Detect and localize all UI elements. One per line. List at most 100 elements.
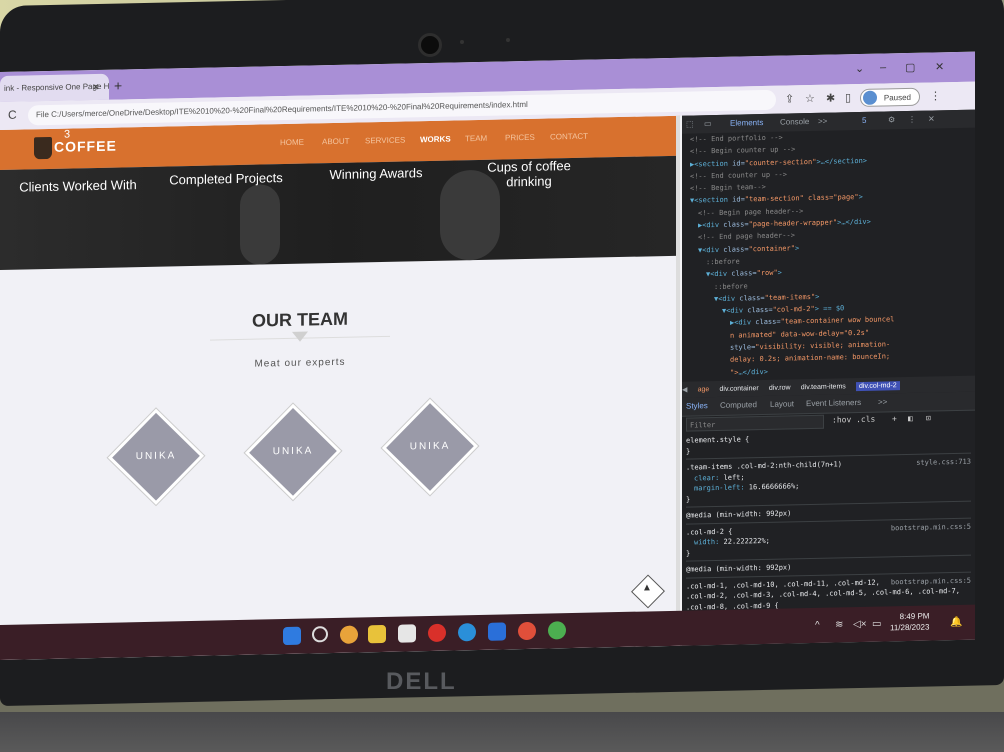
breadcrumb-item[interactable]: age — [698, 386, 710, 393]
extensions-icon[interactable]: ✱ — [826, 92, 835, 105]
tab-styles[interactable]: Styles — [686, 401, 708, 410]
file-explorer-icon[interactable] — [368, 624, 386, 644]
webcam — [418, 33, 442, 57]
dom-token: "counter-section" — [744, 157, 817, 167]
nav-prices[interactable]: PRICES — [505, 133, 535, 143]
chrome-profile-icon[interactable] — [548, 621, 566, 640]
side-panel-icon[interactable]: ▯ — [845, 91, 851, 104]
chrome-profile-icon[interactable] — [518, 621, 536, 641]
css-rule[interactable]: bootstrap.min.css:5 .col-md-2 {width: 22.… — [686, 521, 971, 562]
dell-logo: DELL — [386, 668, 457, 695]
settings-gear-icon[interactable]: ⚙ — [888, 115, 895, 124]
nav-services[interactable]: SERVICES — [365, 136, 405, 146]
css-selector: @media (min-width: 992px) — [686, 509, 792, 520]
css-selector: .col-md-2 { — [686, 527, 733, 537]
dom-token: class= — [735, 293, 765, 303]
breadcrumb-item[interactable]: div.container — [720, 385, 759, 393]
dom-token: ▶<section — [690, 159, 728, 169]
nav-contact[interactable]: CONTACT — [550, 132, 588, 142]
css-value: 16.6666666%; — [748, 482, 800, 492]
toggle-element-state-icon[interactable]: ◧ — [908, 414, 913, 423]
css-selector: @media (min-width: 992px) — [686, 563, 792, 574]
tab-search-icon[interactable]: ⌄ — [855, 62, 864, 75]
dom-comment: <!-- Begin page header--> — [698, 206, 804, 218]
devtools-menu-icon[interactable]: ⋮ — [908, 115, 916, 124]
new-tab-button[interactable]: + — [114, 77, 122, 93]
dom-token: "team-container wow bouncel — [780, 315, 895, 327]
bookmark-star-icon[interactable]: ☆ — [805, 92, 815, 105]
tray-chevron-icon[interactable]: ^ — [815, 620, 820, 631]
notification-bell-icon[interactable]: 🔔 — [950, 617, 962, 628]
divider-arrow-icon — [292, 331, 308, 342]
share-icon[interactable]: ⇪ — [785, 92, 794, 105]
dom-token: > — [777, 268, 782, 277]
page-scrollbar[interactable] — [676, 115, 680, 646]
add-rule-icon[interactable]: + — [892, 414, 897, 423]
breadcrumb-left-arrow-icon[interactable]: ◀ — [682, 387, 687, 394]
hero-bg-shape — [240, 184, 280, 265]
windows-start-icon[interactable] — [283, 626, 301, 646]
elements-tree[interactable]: <!-- End portfolio --> <!-- Begin counter… — [682, 128, 975, 382]
team-member-name: UNIKA — [409, 440, 451, 453]
dom-comment: <!-- End counter up --> — [690, 170, 787, 181]
styles-filter-input[interactable]: Filter — [686, 414, 824, 432]
battery-icon[interactable]: ▭ — [872, 619, 881, 630]
calendar-icon[interactable] — [398, 624, 416, 643]
breadcrumb-item-selected[interactable]: div.col-md-2 — [856, 381, 900, 392]
more-tabs-icon[interactable]: >> — [818, 117, 827, 126]
minimize-button[interactable]: – — [880, 61, 886, 73]
restore-button[interactable]: ▢ — [905, 61, 915, 74]
inspect-icon[interactable]: ⬚ — [686, 119, 694, 128]
dom-token: ▼<div — [714, 294, 736, 303]
tab-event-listeners[interactable]: Event Listeners — [806, 398, 861, 408]
css-source-link[interactable]: bootstrap.min.css:5 — [891, 521, 971, 533]
edge-icon[interactable] — [458, 623, 476, 642]
nav-home[interactable]: HOME — [280, 138, 304, 148]
wifi-icon[interactable]: ≋ — [835, 619, 843, 630]
css-source-link[interactable]: style.css:713 — [916, 457, 971, 469]
css-source-link[interactable]: bootstrap.min.css:5 — [891, 575, 971, 587]
dom-token: "team-section" class="page" — [744, 193, 859, 204]
search-icon[interactable] — [312, 626, 328, 643]
device-toolbar-icon[interactable]: ▭ — [704, 119, 712, 128]
close-window-button[interactable]: ✕ — [935, 60, 944, 73]
computed-sidebar-icon[interactable]: ⊡ — [926, 414, 931, 423]
volume-icon[interactable]: ◁× — [853, 619, 867, 630]
chrome-icon[interactable] — [340, 625, 358, 644]
menu-kebab-icon[interactable]: ⋮ — [930, 89, 941, 102]
css-rule[interactable]: element.style {} — [686, 429, 971, 460]
close-devtools-icon[interactable]: ✕ — [928, 114, 935, 123]
dom-token: class= — [719, 244, 749, 254]
dom-token: > — [858, 193, 863, 202]
dom-token: > == $0 — [814, 304, 845, 314]
tab-computed[interactable]: Computed — [720, 400, 757, 410]
dom-comment: <!-- End page header--> — [698, 231, 795, 242]
css-rule[interactable]: style.css:713 .team-items .col-md-2:nth-c… — [686, 456, 971, 508]
breadcrumb-item[interactable]: div.row — [769, 384, 791, 391]
vscode-icon[interactable] — [488, 622, 506, 641]
app-icon[interactable] — [428, 623, 446, 643]
team-member-name: UNIKA — [272, 445, 314, 458]
hover-class-toggles[interactable]: :hov .cls — [832, 415, 875, 425]
tab-console[interactable]: Console — [780, 117, 809, 127]
nav-team[interactable]: TEAM — [465, 134, 487, 143]
nav-works[interactable]: WORKS — [420, 135, 451, 145]
tab-layout[interactable]: Layout — [770, 399, 794, 409]
reload-icon[interactable]: C — [8, 108, 17, 122]
css-property: margin-left: — [694, 483, 749, 493]
nav-about[interactable]: ABOUT — [322, 137, 350, 147]
logo-text[interactable]: COFFEE — [54, 138, 117, 155]
css-property: width: — [694, 537, 724, 547]
css-value: 22.222222%; — [723, 536, 770, 546]
issues-badge[interactable]: 5 — [862, 116, 866, 125]
tab-elements[interactable]: Elements — [730, 118, 763, 128]
browser-tab[interactable]: ink - Responsive One Page H ✕ — [0, 73, 109, 102]
more-style-tabs-icon[interactable]: >> — [878, 397, 887, 406]
system-clock[interactable]: 8:49 PM 11/28/2023 — [890, 611, 929, 634]
dom-token: ▼<div — [722, 306, 744, 316]
tab-close-icon[interactable]: ✕ — [92, 74, 100, 100]
clock-time: 8:49 PM — [899, 611, 930, 622]
dom-token: delay: 0.2s; animation-name: bounceIn; — [730, 352, 891, 365]
breadcrumb-item[interactable]: div.team-items — [801, 383, 846, 391]
dom-token: n animated" data-wow-delay="0.2s" — [730, 328, 870, 340]
